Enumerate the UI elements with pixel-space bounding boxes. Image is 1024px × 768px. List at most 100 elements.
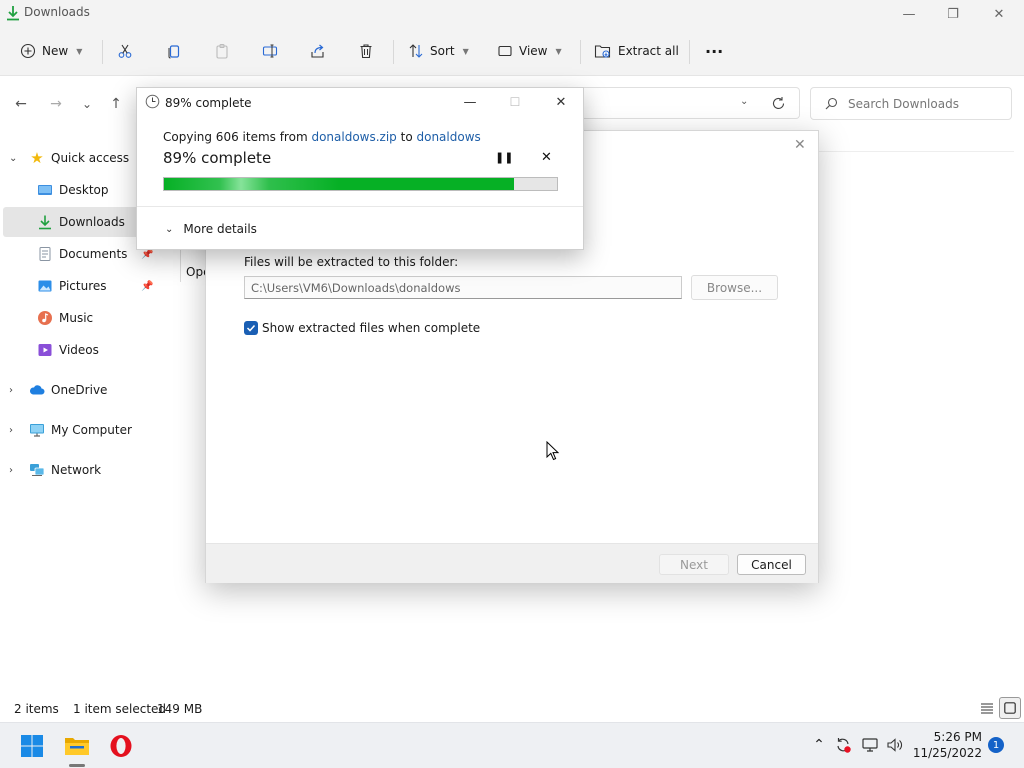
cancel-copy-button[interactable]: ✕ (541, 150, 552, 165)
copy-button[interactable] (166, 36, 182, 66)
clipboard-icon (216, 44, 228, 59)
network-status-icon[interactable] (860, 735, 880, 755)
clock-icon (145, 94, 160, 109)
show-extracted-files-checkbox[interactable] (244, 321, 258, 335)
sidebar-item-onedrive[interactable]: › OneDrive (0, 375, 158, 405)
destination-link[interactable]: donaldows (416, 130, 480, 144)
pin-icon[interactable]: 📌 (141, 281, 153, 292)
destination-path-input[interactable] (244, 276, 682, 299)
share-button[interactable] (310, 36, 326, 66)
close-window-button[interactable]: ✕ (976, 0, 1022, 28)
status-bar: 2 items 1 item selected 149 MB (0, 696, 1024, 722)
address-bar[interactable]: ⌄ (580, 87, 800, 119)
up-button[interactable]: ↑ (106, 94, 126, 114)
browse-button[interactable]: Browse... (691, 275, 778, 300)
pause-button[interactable]: ❚❚ (495, 151, 513, 164)
restore-button[interactable]: ❐ (930, 0, 976, 28)
back-button[interactable]: ← (11, 94, 31, 114)
show-extracted-files-label: Show extracted files when complete (262, 321, 481, 335)
pin-icon[interactable]: 📌 (141, 249, 153, 260)
search-input[interactable]: Search Downloads (848, 97, 959, 111)
progress-minimize-button[interactable]: — (457, 92, 483, 112)
videos-icon (38, 344, 52, 356)
opera-browser-icon[interactable] (106, 731, 136, 761)
notification-badge[interactable]: 1 (988, 737, 1004, 753)
music-icon (38, 311, 52, 325)
view-button[interactable]: View ▼ (497, 36, 562, 66)
system-clock[interactable]: 5:26 PM 11/25/2022 (912, 729, 982, 761)
minimize-button[interactable]: — (886, 0, 932, 28)
show-hidden-icons-button[interactable]: ⌃ (809, 735, 829, 755)
tiles-view-icon (1004, 702, 1016, 714)
show-extracted-files-option[interactable]: Show extracted files when complete (244, 321, 480, 335)
chevron-right-icon[interactable]: › (9, 425, 13, 436)
scissors-icon (118, 44, 132, 58)
clock-date: 11/25/2022 (912, 746, 982, 760)
extract-all-label: Extract all (618, 44, 679, 58)
sidebar-item-documents[interactable]: Documents 📌 (0, 239, 158, 269)
chevron-right-icon[interactable]: › (9, 465, 13, 476)
sidebar-item-my-computer[interactable]: › My Computer (0, 415, 158, 445)
progress-dialog-title: 89% complete (165, 96, 252, 110)
cancel-button[interactable]: Cancel (737, 554, 806, 575)
paste-button[interactable] (214, 36, 230, 66)
toolbar-divider (102, 40, 103, 64)
progress-divider (137, 206, 583, 207)
sidebar-item-label: My Computer (51, 423, 132, 437)
windows-start-icon[interactable] (17, 731, 47, 761)
sidebar-item-desktop[interactable]: Desktop (0, 175, 158, 205)
computer-icon (30, 424, 44, 437)
document-icon (39, 247, 51, 261)
sidebar-item-videos[interactable]: Videos (0, 335, 158, 365)
copy-to-text: to (396, 130, 417, 144)
progress-close-button[interactable]: ✕ (548, 92, 574, 112)
rename-button[interactable] (262, 36, 278, 66)
sidebar-item-pictures[interactable]: Pictures 📌 (0, 271, 158, 301)
command-bar: New ▼ Sort ▼ View ▼ Extract all ··· (0, 28, 1024, 76)
more-details-label: More details (183, 222, 257, 236)
refresh-icon[interactable] (771, 96, 786, 111)
details-view-icon[interactable] (980, 701, 994, 715)
window-title: Downloads (24, 5, 90, 19)
more-options-button[interactable]: ··· (705, 36, 723, 66)
volume-icon[interactable] (885, 735, 905, 755)
file-item-fragment[interactable]: Ope (180, 246, 210, 282)
large-icons-view-button[interactable] (999, 697, 1021, 719)
forward-button[interactable]: → (46, 94, 66, 114)
sidebar-item-label: Network (51, 463, 102, 477)
checkmark-icon (246, 324, 256, 332)
toolbar-divider (689, 40, 690, 64)
source-link[interactable]: donaldows.zip (311, 130, 396, 144)
sidebar-item-downloads[interactable]: Downloads (3, 207, 157, 237)
progress-maximize-button[interactable]: ☐ (502, 92, 528, 112)
new-button[interactable]: New ▼ (20, 36, 82, 66)
plus-circle-icon (20, 43, 36, 59)
copy-icon (168, 45, 180, 59)
file-explorer-icon[interactable] (62, 731, 92, 761)
sidebar-item-quick-access[interactable]: ⌄ ★ Quick access (0, 143, 158, 173)
extract-all-button[interactable]: Extract all (594, 36, 679, 66)
sync-icon[interactable] (833, 735, 853, 755)
active-app-indicator (69, 764, 85, 767)
chevron-down-icon: ▼ (462, 46, 469, 56)
cut-button[interactable] (117, 36, 133, 66)
progress-bar-fill (164, 178, 514, 190)
chevron-down-icon: ⌄ (165, 223, 174, 235)
sidebar-item-music[interactable]: Music (0, 303, 158, 333)
sort-button[interactable]: Sort ▼ (408, 36, 469, 66)
selection-count: 1 item selected (73, 702, 167, 716)
address-dropdown-icon[interactable]: ⌄ (740, 96, 748, 107)
progress-percent-heading: 89% complete (163, 149, 272, 167)
recent-locations-button[interactable]: ⌄ (77, 94, 97, 114)
more-details-toggle[interactable]: ⌄ More details (165, 222, 257, 236)
copy-description: Copying 606 items from donaldows.zip to … (163, 130, 481, 144)
sidebar-item-network[interactable]: › Network (0, 455, 158, 485)
next-button[interactable]: Next (659, 554, 729, 575)
sidebar-item-label: Downloads (59, 215, 125, 229)
search-box[interactable]: Search Downloads (810, 87, 1012, 120)
selection-size: 149 MB (157, 702, 203, 716)
delete-button[interactable] (358, 36, 374, 66)
wizard-close-button[interactable]: ✕ (794, 137, 806, 153)
chevron-right-icon[interactable]: › (9, 385, 13, 396)
chevron-down-icon[interactable]: ⌄ (9, 153, 17, 164)
